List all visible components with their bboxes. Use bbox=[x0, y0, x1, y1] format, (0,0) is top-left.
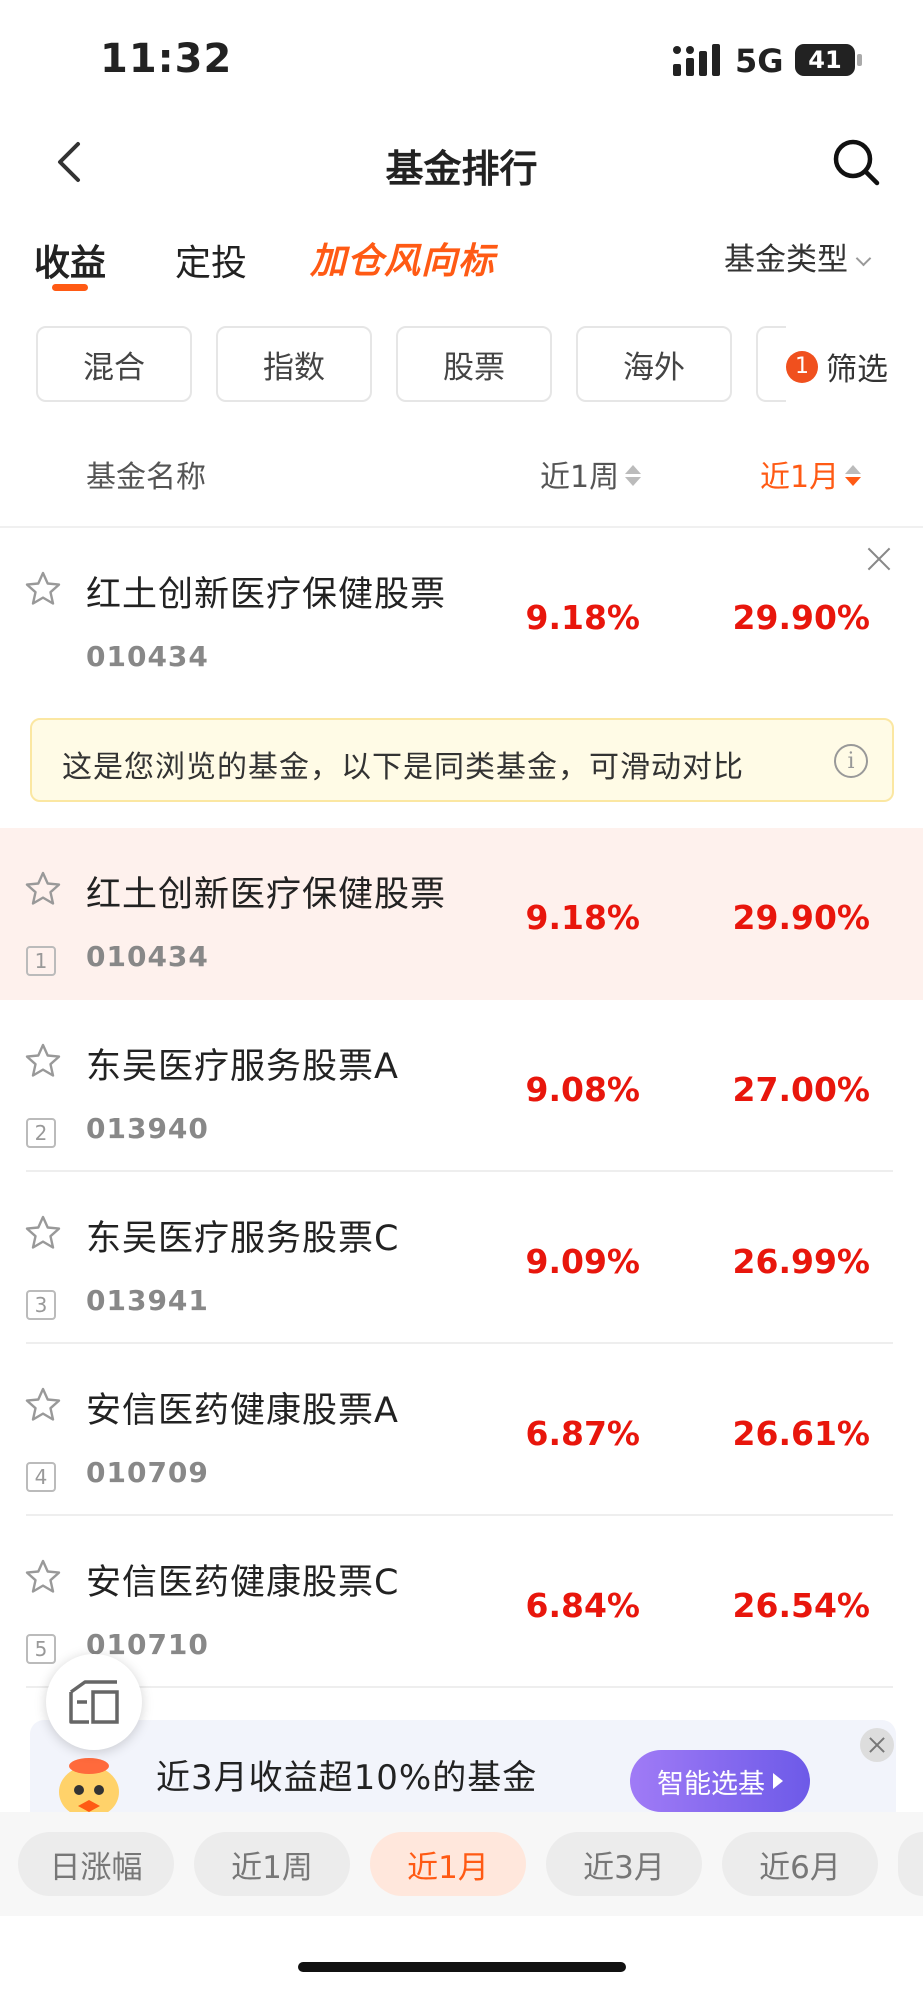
chip-overflow[interactable] bbox=[756, 326, 786, 402]
active-tab-indicator bbox=[52, 284, 88, 291]
home-indicator bbox=[298, 1962, 626, 1972]
star-icon[interactable] bbox=[24, 570, 62, 608]
month-return: 27.00% bbox=[732, 1070, 870, 1109]
month-return: 26.54% bbox=[732, 1586, 870, 1625]
table-row[interactable]: 3 东吴医疗服务股票C 013941 9.09% 26.99% bbox=[0, 1172, 923, 1344]
month-return: 29.90% bbox=[732, 898, 870, 937]
page-title: 基金排行 bbox=[385, 147, 538, 191]
promo-banner[interactable]: 近3月收益超10%的基金 智能选基 bbox=[30, 1720, 896, 1820]
viewed-fund-card: 红土创新医疗保健股票 010434 9.18% 29.90% 这是您浏览的基金，… bbox=[0, 528, 923, 828]
mascot-icon bbox=[59, 1758, 119, 1818]
chip-mixed[interactable]: 混合 bbox=[36, 326, 192, 402]
period-1m[interactable]: 近1月 bbox=[370, 1832, 526, 1896]
compare-notice: 这是您浏览的基金，以下是同类基金，可滑动对比 i bbox=[30, 718, 894, 802]
period-overflow[interactable] bbox=[898, 1832, 923, 1896]
network-label: 5G bbox=[735, 42, 784, 80]
table-row[interactable]: 2 东吴医疗服务股票A 013940 9.08% 27.00% bbox=[0, 1000, 923, 1172]
play-arrow-icon bbox=[773, 1773, 783, 1789]
fund-name: 安信医药健康股票C bbox=[86, 1563, 400, 1603]
month-return: 26.61% bbox=[732, 1414, 870, 1453]
week-return: 6.87% bbox=[525, 1414, 641, 1453]
rank-badge: 4 bbox=[26, 1462, 56, 1492]
period-6m[interactable]: 近6月 bbox=[722, 1832, 878, 1896]
week-return: 9.18% bbox=[525, 898, 641, 937]
signal-icon bbox=[673, 44, 720, 76]
chip-index[interactable]: 指数 bbox=[216, 326, 372, 402]
status-time: 11:32 bbox=[100, 36, 233, 82]
main-tabs: 收益 定投 加仓风向标 基金类型 bbox=[0, 220, 923, 300]
fund-code: 010434 bbox=[86, 640, 209, 673]
star-icon[interactable] bbox=[24, 1214, 62, 1252]
box-icon bbox=[69, 1680, 119, 1724]
viewed-fund-row[interactable]: 红土创新医疗保健股票 010434 9.18% 29.90% bbox=[0, 528, 923, 700]
fund-name: 东吴医疗服务股票A bbox=[86, 1047, 399, 1087]
week-return: 6.84% bbox=[525, 1586, 641, 1625]
smart-pick-button[interactable]: 智能选基 bbox=[630, 1750, 810, 1812]
fund-code: 013940 bbox=[86, 1112, 209, 1145]
promo-text: 近3月收益超10%的基金 bbox=[156, 1758, 538, 1798]
period-tabs: 日涨幅 近1周 近1月 近3月 近6月 bbox=[0, 1812, 923, 1916]
sort-icon bbox=[625, 464, 642, 487]
table-header: 基金名称 近1周 近1月 bbox=[0, 442, 923, 502]
tab-sip[interactable]: 定投 bbox=[175, 234, 247, 286]
tab-add-position-trend[interactable]: 加仓风向标 bbox=[310, 232, 495, 284]
smart-pick-label: 智能选基 bbox=[657, 1768, 765, 1800]
week-return: 9.09% bbox=[525, 1242, 641, 1281]
month-return: 29.90% bbox=[732, 598, 870, 637]
fund-name: 安信医药健康股票A bbox=[86, 1391, 399, 1431]
filter-button[interactable]: 1 筛选 bbox=[786, 344, 888, 389]
search-icon[interactable] bbox=[830, 136, 882, 188]
table-row[interactable]: 4 安信医药健康股票A 010709 6.87% 26.61% bbox=[0, 1344, 923, 1516]
rank-badge: 1 bbox=[26, 946, 56, 976]
rank-badge: 3 bbox=[26, 1290, 56, 1320]
star-icon[interactable] bbox=[24, 1558, 62, 1596]
floating-box-button[interactable] bbox=[46, 1654, 142, 1750]
star-icon[interactable] bbox=[24, 870, 62, 908]
category-chips: 混合 指数 股票 海外 1 筛选 bbox=[0, 326, 923, 404]
star-icon[interactable] bbox=[24, 1042, 62, 1080]
column-header-name: 基金名称 bbox=[86, 460, 206, 495]
table-row[interactable]: 1 红土创新医疗保健股票 010434 9.18% 29.90% bbox=[0, 828, 923, 1000]
week-return: 9.18% bbox=[525, 598, 641, 637]
star-icon[interactable] bbox=[24, 1386, 62, 1424]
chevron-down-icon bbox=[855, 250, 872, 267]
chip-overseas[interactable]: 海外 bbox=[576, 326, 732, 402]
week-return: 9.08% bbox=[525, 1070, 641, 1109]
fund-code: 010709 bbox=[86, 1456, 209, 1489]
period-daily[interactable]: 日涨幅 bbox=[18, 1832, 174, 1896]
month-return: 26.99% bbox=[732, 1242, 870, 1281]
filter-count-badge: 1 bbox=[786, 350, 818, 383]
battery-icon: 41 bbox=[795, 44, 855, 76]
chip-stock[interactable]: 股票 bbox=[396, 326, 552, 402]
table-row[interactable]: 5 安信医药健康股票C 010710 6.84% 26.54% bbox=[0, 1516, 923, 1688]
column-header-month[interactable]: 近1月 bbox=[760, 452, 862, 496]
info-icon[interactable]: i bbox=[834, 744, 868, 778]
rank-badge: 5 bbox=[26, 1634, 56, 1664]
fund-name: 红土创新医疗保健股票 bbox=[86, 575, 447, 615]
battery-tip bbox=[857, 54, 862, 66]
column-header-week[interactable]: 近1周 bbox=[540, 452, 642, 496]
fund-type-dropdown[interactable]: 基金类型 bbox=[724, 234, 872, 279]
promo-close-icon[interactable] bbox=[860, 1728, 894, 1762]
nav-bar: 基金排行 bbox=[0, 120, 923, 204]
sort-desc-icon bbox=[845, 464, 862, 487]
fund-name: 红土创新医疗保健股票 bbox=[86, 875, 447, 915]
filter-label: 筛选 bbox=[826, 352, 888, 388]
tab-returns[interactable]: 收益 bbox=[34, 234, 106, 286]
fund-code: 010434 bbox=[86, 940, 209, 973]
row-divider bbox=[26, 1686, 893, 1688]
period-3m[interactable]: 近3月 bbox=[546, 1832, 702, 1896]
fund-code: 013941 bbox=[86, 1284, 209, 1317]
period-1w[interactable]: 近1周 bbox=[194, 1832, 350, 1896]
rank-badge: 2 bbox=[26, 1118, 56, 1148]
notice-text: 这是您浏览的基金，以下是同类基金，可滑动对比 bbox=[62, 750, 744, 785]
fund-name: 东吴医疗服务股票C bbox=[86, 1219, 400, 1259]
status-bar: 11:32 5G 41 bbox=[0, 0, 923, 120]
fund-type-label: 基金类型 bbox=[724, 242, 848, 278]
